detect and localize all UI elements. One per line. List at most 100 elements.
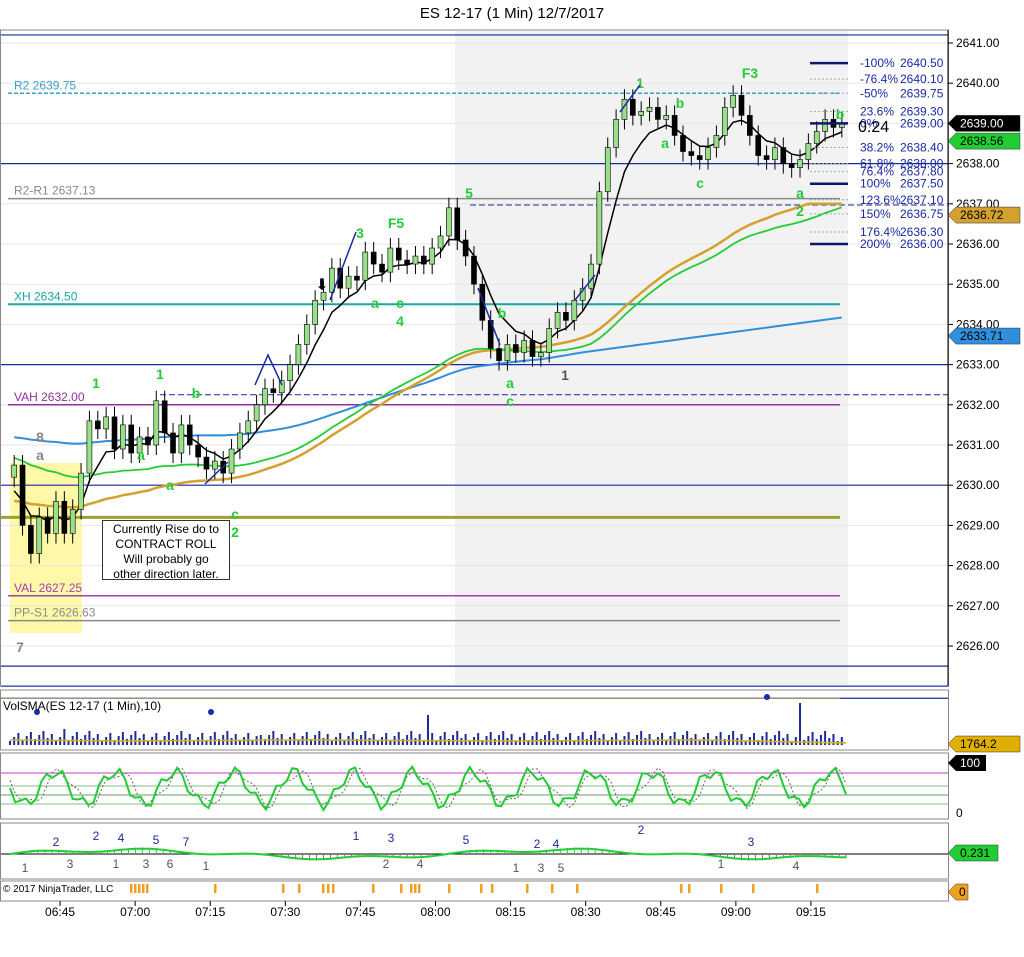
candle-body (120, 424, 126, 450)
wave-label: a (36, 447, 44, 463)
candle-body (303, 324, 310, 345)
wave-label: 2 (231, 524, 239, 540)
candle-body (19, 464, 26, 526)
price-marker-label: 100 (960, 756, 980, 770)
wave-label: a (661, 135, 669, 151)
chart-canvas[interactable]: ES 12-17 (1 Min) 12/7/2017 R2 2639.75 R2-… (0, 0, 1024, 952)
histogram-wave-label: 3 (538, 861, 545, 875)
y-tick-label: 2633.00 (956, 358, 1000, 372)
wave-label: 1 (156, 366, 164, 382)
wave-label: a (796, 185, 804, 201)
histogram-wave-label: 5 (463, 833, 470, 847)
level-label: PP-S1 2626.63 (14, 606, 96, 620)
candle-body (86, 420, 93, 474)
time-axis[interactable]: 06:45 07:00 07:15 07:30 07:45 08:00 08:15 08:30… (45, 901, 826, 919)
candle-body (512, 344, 519, 353)
fib-value: 2637.50 (900, 177, 944, 191)
histogram-wave-label: 5 (558, 861, 565, 875)
histogram-wave-label: 4 (417, 857, 424, 871)
candle-body (721, 107, 728, 136)
candle-body (237, 432, 243, 450)
price-axis[interactable]: 2641.002640.002639.002638.002637.002636.… (947, 30, 1021, 686)
fib-label: -76.4% (860, 72, 898, 86)
candle-body (11, 464, 17, 478)
wave-label: c (696, 175, 704, 191)
candle-body (554, 312, 561, 329)
event-marker (576, 884, 579, 893)
candle-body (262, 388, 268, 406)
candle-body (69, 509, 76, 534)
candle-body (312, 299, 318, 325)
candle-body (53, 500, 59, 534)
x-tick-label: 07:15 (195, 905, 225, 919)
candle-body (412, 255, 419, 265)
event-marker (720, 884, 723, 893)
candle-body (161, 400, 168, 434)
event-marker (491, 884, 494, 893)
wave-label: c (231, 506, 239, 522)
annotation-line: Will probably go (123, 552, 209, 566)
fib-value: 2640.50 (900, 56, 944, 70)
level-label: R2 2639.75 (14, 78, 76, 92)
candle-body (630, 98, 636, 116)
histogram-wave-label: 2 (383, 857, 390, 871)
event-marker (551, 884, 554, 893)
x-tick-label: 08:15 (496, 905, 526, 919)
candle-body (186, 424, 193, 446)
candle-body (170, 432, 176, 454)
candle-body (203, 456, 210, 470)
x-tick-label: 07:30 (270, 905, 300, 919)
candle-body (454, 207, 461, 241)
wave-label: b (498, 305, 507, 321)
candle-body (370, 251, 377, 265)
candle-body (354, 275, 360, 281)
histogram-wave-label: 3 (143, 857, 150, 871)
histogram-wave-label: 2 (93, 829, 100, 843)
event-marker (142, 884, 145, 893)
chart-title: ES 12-17 (1 Min) 12/7/2017 (420, 5, 604, 22)
wave-label: c (396, 295, 404, 311)
fib-value: 2640.10 (900, 72, 944, 86)
candle-body (688, 151, 695, 156)
histogram-wave-label: 3 (67, 857, 74, 871)
y-tick-label: 2638.00 (956, 157, 1000, 171)
histogram-wave-label: 1 (203, 859, 210, 873)
histogram-wave-label: 4 (118, 831, 125, 845)
event-marker (138, 884, 141, 893)
wave-label: F3 (742, 65, 759, 81)
wave-label: a (166, 477, 174, 493)
level-label: XH 2634.50 (14, 289, 78, 303)
candle-body (145, 436, 151, 446)
candle-body (128, 424, 135, 454)
wave-label: 4 (396, 313, 404, 329)
wave-label: 1 (561, 367, 569, 383)
candle-body (395, 247, 402, 261)
wave-label: F5 (388, 215, 405, 231)
event-marker (410, 884, 413, 893)
wave-label: a (506, 375, 514, 391)
price-marker-label: 2639.00 (960, 116, 1004, 130)
fib-value: 2639.75 (900, 86, 944, 100)
wave-label: 3 (356, 225, 364, 241)
candle-body (655, 107, 661, 120)
candle-body (680, 135, 686, 152)
session-band (455, 31, 848, 685)
annotation-box: Currently Rise do to CONTRACT ROLL Will … (102, 520, 230, 581)
volsma-label: VolSMA(ES 12-17 (1 Min),10) (3, 699, 161, 713)
candle-body (713, 135, 720, 148)
candle-body (287, 364, 293, 381)
candle-body (253, 404, 260, 422)
histogram-wave-label: 2 (534, 837, 541, 851)
candle-body (822, 119, 828, 132)
candle-body (111, 416, 118, 450)
price-marker-label: 2636.72 (960, 208, 1004, 222)
histogram-wave-label: 1 (718, 857, 725, 871)
y-tick-label: 2640.00 (956, 76, 1000, 90)
candle-body (638, 111, 644, 116)
event-marker (332, 884, 335, 893)
volume-spike-dot (208, 709, 214, 715)
event-marker (526, 884, 529, 893)
candle-body (270, 388, 277, 394)
candle-body (61, 500, 68, 534)
candle-body (571, 299, 578, 321)
